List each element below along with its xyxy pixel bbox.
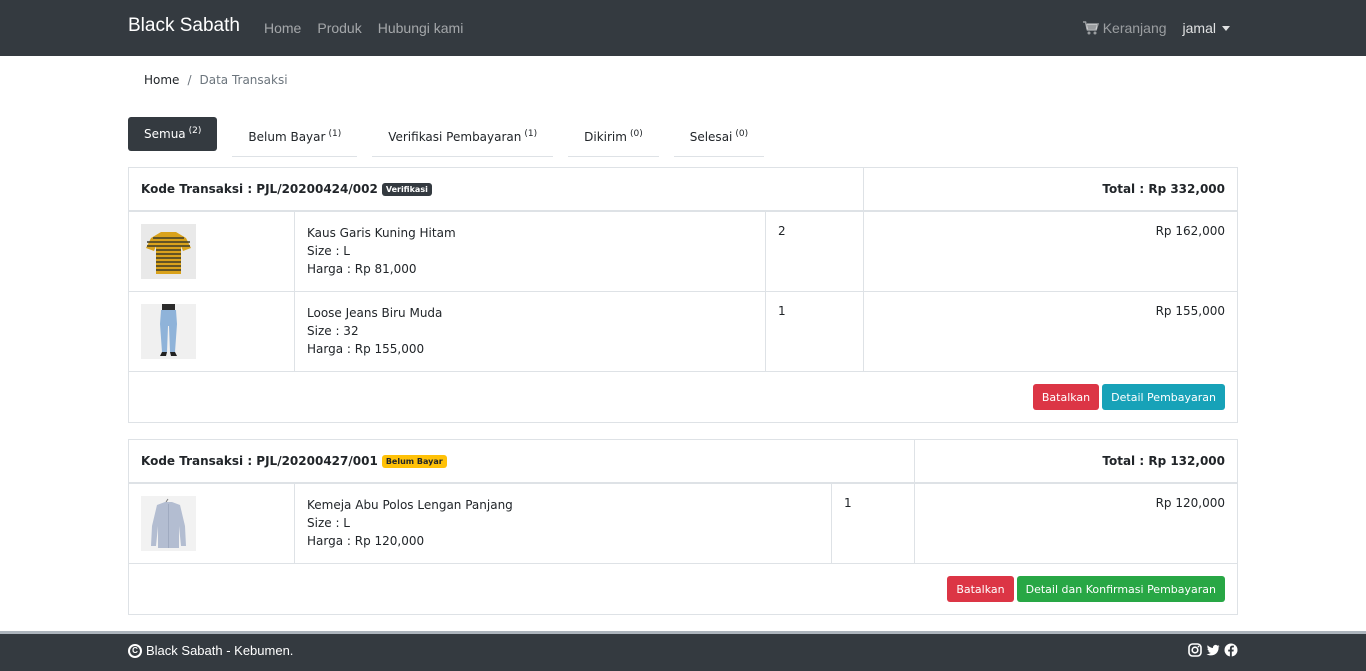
product-subtotal: Rp 120,000 bbox=[1155, 496, 1225, 510]
product-image[interactable] bbox=[141, 224, 196, 279]
status-tabs: Semua (2) Belum Bayar (1) Verifikasi Pemba… bbox=[128, 117, 765, 157]
caret-down-icon bbox=[1222, 26, 1230, 31]
product-subtotal: Rp 155,000 bbox=[1155, 304, 1225, 318]
table-row: Loose Jeans Biru Muda Size : 32 Harga : … bbox=[129, 292, 1237, 372]
product-image-cell bbox=[129, 484, 295, 563]
product-qty: 1 bbox=[832, 484, 915, 563]
transaction-actions: Batalkan Detail dan Konfirmasi Pembayara… bbox=[129, 564, 1237, 614]
transaction-total: Total : Rp 332,000 bbox=[1102, 182, 1225, 196]
product-info-cell: Kaus Garis Kuning Hitam Size : L Harga :… bbox=[295, 212, 766, 291]
product-qty: 1 bbox=[766, 292, 864, 371]
transaction-card: Kode Transaksi : PJL/20200424/002 Verifi… bbox=[128, 167, 1238, 423]
product-image[interactable] bbox=[141, 304, 196, 359]
product-name: Kemeja Abu Polos Lengan Panjang bbox=[307, 498, 513, 512]
navbar: Black Sabath Home Produk Hubungi kami Ke… bbox=[0, 0, 1366, 56]
cart-label: Keranjang bbox=[1102, 20, 1167, 36]
product-size: Size : L bbox=[307, 516, 350, 530]
product-name: Kaus Garis Kuning Hitam bbox=[307, 226, 456, 240]
tab-verifikasi-pembayaran[interactable]: Verifikasi Pembayaran (1) bbox=[372, 117, 554, 157]
tab-label: Selesai bbox=[689, 129, 733, 144]
transaction-code-cell: Kode Transaksi : PJL/20200427/001 Belum … bbox=[129, 440, 915, 482]
product-price: Harga : Rp 155,000 bbox=[307, 342, 425, 356]
breadcrumb-home[interactable]: Home bbox=[144, 73, 179, 87]
jeans-image bbox=[141, 304, 196, 359]
product-image-cell bbox=[129, 292, 295, 371]
product-subtotal: Rp 162,000 bbox=[1155, 224, 1225, 238]
tab-belum-bayar[interactable]: Belum Bayar (1) bbox=[232, 117, 358, 157]
breadcrumb-current: Data Transaksi bbox=[199, 73, 288, 87]
nav-right: Keranjang jamal bbox=[1082, 20, 1230, 36]
cart-link[interactable]: Keranjang bbox=[1082, 20, 1167, 36]
transaction-code-cell: Kode Transaksi : PJL/20200424/002 Verifi… bbox=[129, 168, 864, 210]
copyright-icon: C bbox=[128, 643, 142, 658]
breadcrumb: Home / Data Transaksi bbox=[144, 73, 288, 87]
transaction-code: Kode Transaksi : PJL/20200424/002 bbox=[141, 182, 378, 196]
product-price: Harga : Rp 81,000 bbox=[307, 262, 417, 276]
user-name: jamal bbox=[1182, 20, 1216, 36]
product-size: Size : L bbox=[307, 244, 350, 258]
tab-dikirim[interactable]: Dikirim (0) bbox=[568, 117, 659, 157]
product-info-cell: Kemeja Abu Polos Lengan Panjang Size : L… bbox=[295, 484, 832, 563]
status-badge: Belum Bayar bbox=[381, 454, 447, 468]
transaction-header: Kode Transaksi : PJL/20200427/001 Belum … bbox=[129, 440, 1237, 484]
breadcrumb-separator: / bbox=[187, 73, 192, 87]
tab-label: Semua bbox=[144, 127, 186, 141]
tab-label: Verifikasi Pembayaran bbox=[388, 129, 522, 144]
instagram-icon[interactable] bbox=[1188, 643, 1202, 657]
table-row: Kaus Garis Kuning Hitam Size : L Harga :… bbox=[129, 212, 1237, 292]
product-qty: 2 bbox=[766, 212, 864, 291]
tab-selesai[interactable]: Selesai (0) bbox=[673, 117, 765, 157]
tab-label: Belum Bayar bbox=[248, 129, 326, 144]
tab-label: Dikirim bbox=[584, 129, 627, 144]
twitter-icon[interactable] bbox=[1206, 643, 1220, 657]
product-image-cell bbox=[129, 212, 295, 291]
brand-logo[interactable]: Black Sabath bbox=[128, 15, 240, 37]
shirt-image bbox=[141, 496, 196, 551]
product-price: Harga : Rp 120,000 bbox=[307, 534, 425, 548]
transaction-card: Kode Transaksi : PJL/20200427/001 Belum … bbox=[128, 439, 1238, 615]
nav-link-produk[interactable]: Produk bbox=[317, 20, 361, 36]
cancel-button[interactable]: Batalkan bbox=[947, 576, 1014, 602]
transaction-actions: Batalkan Detail Pembayaran bbox=[129, 372, 1237, 422]
cancel-button[interactable]: Batalkan bbox=[1032, 384, 1100, 410]
striped-tshirt-image bbox=[141, 224, 196, 279]
tab-count: (1) bbox=[524, 128, 538, 139]
transaction-total: Total : Rp 132,000 bbox=[1102, 454, 1225, 468]
footer: C Black Sabath - Kebumen. bbox=[0, 634, 1366, 671]
transaction-header: Kode Transaksi : PJL/20200424/002 Verifi… bbox=[129, 168, 1237, 212]
copyright-text: Black Sabath - Kebumen. bbox=[146, 643, 294, 658]
confirm-payment-button[interactable]: Detail dan Konfirmasi Pembayaran bbox=[1016, 576, 1225, 602]
product-info-cell: Loose Jeans Biru Muda Size : 32 Harga : … bbox=[295, 292, 766, 371]
product-size: Size : 32 bbox=[307, 324, 359, 338]
nav-links: Home Produk Hubungi kami bbox=[264, 20, 463, 36]
tab-count: (1) bbox=[328, 128, 342, 139]
product-image[interactable] bbox=[141, 496, 196, 551]
tab-count: (2) bbox=[188, 126, 202, 136]
tab-count: (0) bbox=[629, 128, 643, 139]
transaction-code: Kode Transaksi : PJL/20200427/001 bbox=[141, 454, 378, 468]
cart-icon bbox=[1082, 21, 1099, 35]
product-name: Loose Jeans Biru Muda bbox=[307, 306, 443, 320]
status-badge: Verifikasi bbox=[381, 182, 432, 196]
nav-link-home[interactable]: Home bbox=[264, 20, 301, 36]
copyright: C Black Sabath - Kebumen. bbox=[128, 643, 293, 658]
tab-semua[interactable]: Semua (2) bbox=[128, 117, 218, 151]
nav-link-hubungi-kami[interactable]: Hubungi kami bbox=[378, 20, 464, 36]
tab-count: (0) bbox=[735, 128, 749, 139]
table-row: Kemeja Abu Polos Lengan Panjang Size : L… bbox=[129, 484, 1237, 564]
user-dropdown[interactable]: jamal bbox=[1183, 20, 1230, 36]
payment-detail-button[interactable]: Detail Pembayaran bbox=[1102, 384, 1225, 410]
facebook-icon[interactable] bbox=[1224, 643, 1238, 657]
social-links bbox=[1188, 643, 1238, 657]
